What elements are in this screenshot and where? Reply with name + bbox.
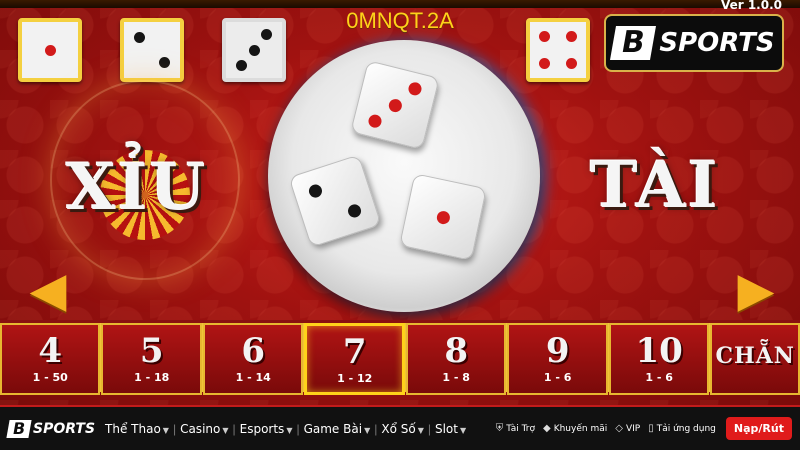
nav-card-games[interactable]: Game Bài ▼ <box>304 422 371 436</box>
history-die-1 <box>18 18 82 82</box>
brand-logo-icon: B <box>6 419 32 438</box>
bet-cell-even[interactable]: CHẴN <box>710 323 800 395</box>
phone-icon: ▯ <box>648 423 654 434</box>
bet-odds: 1 - 6 <box>645 371 673 384</box>
die-pip <box>260 28 272 40</box>
die-pip <box>435 209 451 225</box>
util-vip[interactable]: ◇ VIP <box>615 423 640 434</box>
nav-label: Xổ Số <box>381 421 416 436</box>
arrow-right-icon[interactable]: ▶ <box>728 267 784 315</box>
diamond-icon: ◇ <box>615 423 623 434</box>
history-die-3 <box>222 18 286 82</box>
bet-number: 8 <box>444 331 469 371</box>
util-label: Tài Trợ <box>506 423 535 434</box>
bet-big-label[interactable]: TÀI <box>590 148 720 223</box>
brand-logo-icon: B <box>610 25 657 60</box>
chevron-down-icon: ▼ <box>459 425 467 435</box>
footer-nav: B SPORTS Thể Thao ▼ | Casino ▼ | Esports ▼ … <box>0 405 800 450</box>
nav-separator: | <box>374 421 378 436</box>
die-pip <box>236 60 248 72</box>
plate-die-1 <box>350 60 440 150</box>
chevron-down-icon: ▼ <box>364 425 371 435</box>
bet-number: 7 <box>342 332 367 372</box>
bet-cell-5[interactable]: 5 1 - 18 <box>101 323 202 395</box>
bet-cell-6[interactable]: 6 1 - 14 <box>202 323 304 395</box>
bet-number: 6 <box>241 331 266 371</box>
version-label: Ver 1.0.0 <box>720 0 782 12</box>
deposit-withdraw-button[interactable]: Nạp/Rút <box>725 417 792 440</box>
tag-icon: ◆ <box>543 423 551 434</box>
round-id: 0MNQT.2A <box>346 8 454 33</box>
bet-odds: 1 - 14 <box>235 371 271 384</box>
nav-sports[interactable]: Thể Thao ▼ <box>105 422 169 436</box>
bet-cell-10[interactable]: 10 1 - 6 <box>608 323 710 395</box>
bet-odds: 1 - 50 <box>32 371 68 384</box>
bet-cell-4[interactable]: 4 1 - 50 <box>0 323 101 395</box>
die-pip <box>565 57 577 69</box>
brand-name: SPORTS <box>659 28 775 58</box>
nav-separator: | <box>427 421 431 436</box>
die-pip <box>306 182 324 200</box>
nav-slot[interactable]: Slot ▼ <box>435 422 466 436</box>
util-label: Tải ứng dụng <box>656 423 716 434</box>
plate-die-2 <box>288 154 382 248</box>
die-pip <box>366 112 383 129</box>
bet-number: 10 <box>635 331 683 371</box>
die-pip <box>407 81 424 98</box>
nav-lottery[interactable]: Xổ Số ▼ <box>381 422 424 436</box>
util-label: Khuyến mãi <box>553 423 608 434</box>
nav-casino[interactable]: Casino ▼ <box>180 422 228 436</box>
bet-cell-8[interactable]: 8 1 - 8 <box>405 323 507 395</box>
die-pip <box>44 44 56 56</box>
chevron-down-icon: ▼ <box>286 425 293 435</box>
nav-label: Slot <box>434 421 458 436</box>
nav-separator: | <box>232 421 236 436</box>
die-pip <box>539 31 551 43</box>
bet-number: CHẴN <box>715 343 795 369</box>
bet-number: 5 <box>139 331 164 371</box>
plate-die-3 <box>399 173 487 261</box>
nav-label: Game Bài <box>303 421 363 436</box>
nav-label: Esports <box>239 421 285 436</box>
die-pip <box>565 31 577 43</box>
bet-odds: 1 - 6 <box>543 371 572 384</box>
brand-badge: B SPORTS <box>604 14 784 72</box>
shield-icon: ⛨ <box>495 423 504 434</box>
game-board: Ver 1.0.0 0MNQT.2A B SPORTS XỈU TÀI ◀ ▶ … <box>0 0 800 405</box>
util-sponsor[interactable]: ⛨ Tài Trợ <box>496 423 535 434</box>
bet-small-label[interactable]: XỈU <box>66 150 207 225</box>
chevron-down-icon: ▼ <box>222 425 229 435</box>
footer-logo[interactable]: B SPORTS <box>6 419 96 438</box>
bet-odds: 1 - 8 <box>442 371 470 384</box>
dice-plate <box>268 40 540 312</box>
chevron-down-icon: ▼ <box>417 425 424 435</box>
die-pip <box>346 202 364 220</box>
die-pip <box>387 97 403 113</box>
die-pip <box>134 32 146 44</box>
util-promotions[interactable]: ◆ Khuyến mãi <box>543 423 607 434</box>
bet-number: 4 <box>38 331 63 371</box>
nav-separator: | <box>172 421 177 436</box>
util-label: VIP <box>625 423 641 434</box>
nav-label: Casino <box>180 421 221 436</box>
bet-cell-7[interactable]: 7 1 - 12 <box>304 323 405 395</box>
history-die-2 <box>120 18 184 82</box>
bet-number: 9 <box>545 331 570 371</box>
util-download-app[interactable]: ▯ Tải ứng dụng <box>648 423 716 434</box>
die-pip <box>248 44 260 56</box>
die-pip <box>539 57 551 69</box>
nav-esports[interactable]: Esports ▼ <box>240 422 293 436</box>
arrow-left-icon[interactable]: ◀ <box>20 267 76 315</box>
top-frame <box>0 0 800 8</box>
chevron-down-icon: ▼ <box>162 425 169 435</box>
die-pip <box>158 56 170 68</box>
nav-label: Thể Thao <box>105 421 161 436</box>
nav-separator: | <box>296 421 300 436</box>
bet-odds: 1 - 18 <box>134 371 170 384</box>
brand-name: SPORTS <box>33 420 96 437</box>
bet-odds: 1 - 12 <box>337 372 373 385</box>
bet-row: 4 1 - 50 5 1 - 18 6 1 - 14 7 1 - 12 8 1 … <box>0 320 800 395</box>
history-die-4 <box>526 18 590 82</box>
bet-cell-9[interactable]: 9 1 - 6 <box>507 323 608 395</box>
